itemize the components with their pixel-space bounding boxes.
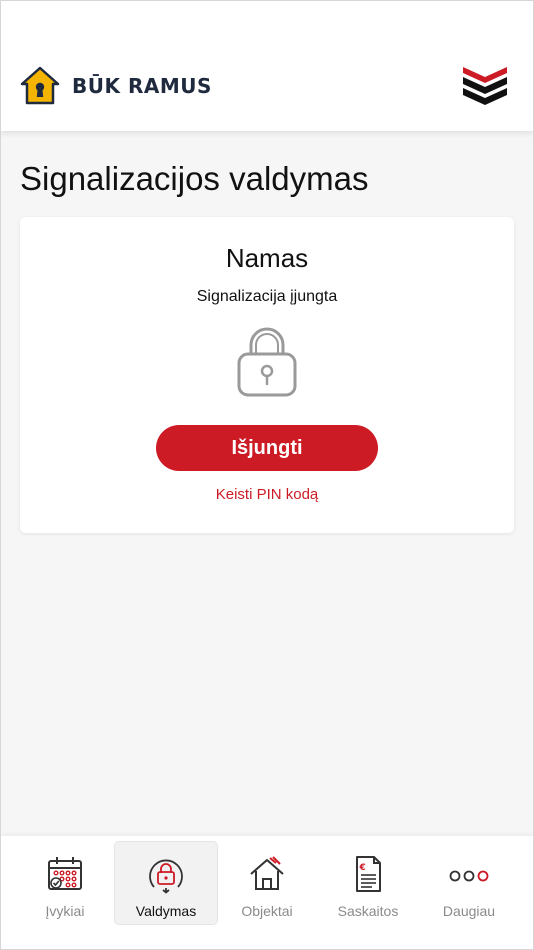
tab-saskaitos[interactable]: € Saskaitos (317, 842, 419, 924)
house-logo-icon (20, 66, 60, 105)
lock-closed-icon (237, 327, 297, 397)
tab-label: Daugiau (442, 903, 496, 919)
svg-text:€: € (359, 863, 366, 873)
tab-label: Valdymas (135, 903, 197, 919)
disarm-button[interactable]: Išjungti (156, 425, 378, 471)
tab-label: Saskaitos (337, 903, 399, 919)
tab-daugiau[interactable]: Daugiau (418, 842, 520, 924)
chevrons-menu-icon (463, 67, 507, 105)
house-icon (250, 856, 284, 890)
tab-ivykiai[interactable]: Įvykiai (14, 842, 116, 924)
brand-logo[interactable]: BŪK RAMUS (20, 66, 212, 106)
app-header: BŪK RAMUS (0, 0, 534, 131)
tab-label: Objektai (241, 903, 293, 919)
alarm-card: Namas Signalizacija įjungta Išjungti Kei… (20, 217, 514, 533)
lock-control-icon (149, 859, 183, 894)
brand-name: BŪK RAMUS (72, 74, 212, 98)
tab-valdymas[interactable]: Valdymas (115, 842, 217, 924)
invoice-icon: € (356, 856, 381, 892)
menu-button[interactable] (460, 64, 510, 108)
page-title: Signalizacijos valdymas (20, 160, 369, 197)
alarm-status: Signalizacija įjungta (196, 288, 338, 305)
bottom-tab-bar: Įvykiai Valdymas Objektai € Saskaitos Da… (0, 836, 534, 950)
object-name: Namas (225, 243, 309, 273)
calendar-icon (48, 857, 82, 890)
more-dots-icon (449, 870, 489, 882)
change-pin-link[interactable]: Keisti PIN kodą (20, 485, 514, 505)
tab-objektai[interactable]: Objektai (216, 842, 318, 924)
tab-label: Įvykiai (45, 903, 85, 919)
